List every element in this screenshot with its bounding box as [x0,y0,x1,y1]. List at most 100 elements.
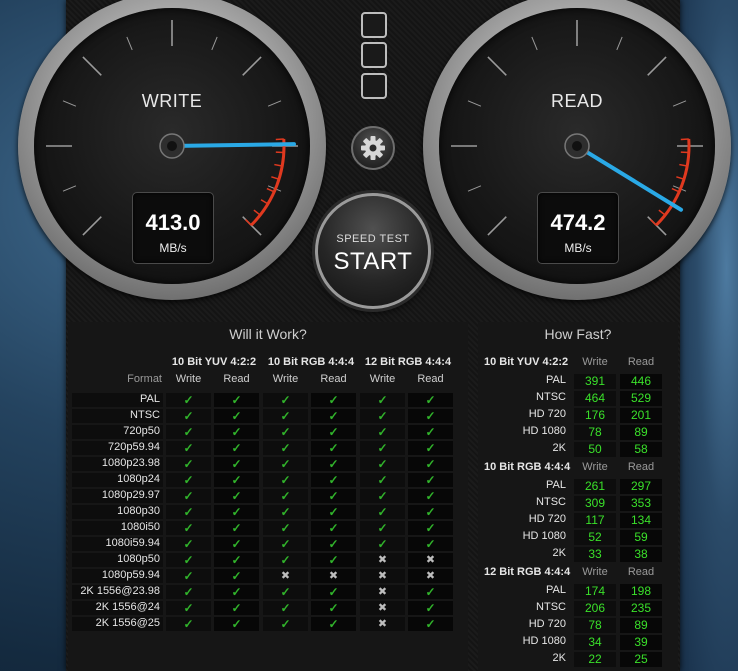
format-label: 2K [552,547,566,559]
checkmark-icon: ✓ [231,601,242,615]
checkmark-icon: ✓ [280,393,291,407]
format-label: HD 1080 [522,530,566,542]
how-fast-panel: How Fast? 10 Bit YUV 4:2:2 Write Read PAL 39… [478,322,678,671]
write-tick [82,216,102,236]
group-header: 10 Bit RGB 4:4:4 [267,356,355,368]
will-it-work-panel: Will it Work? 10 Bit YUV 4:2:2 Write Read 1… [68,322,468,671]
checkmark-icon: ✓ [328,537,339,551]
speed-test-start-button[interactable]: SPEED TEST START [315,193,431,309]
format-label: PAL [546,374,566,386]
table-row: 1080p29.97 ✓ ✓ ✓ ✓ ✓ ✓ [68,488,456,504]
format-label: HD 1080 [522,425,566,437]
format-label: 1080i59.94 [105,537,160,549]
write-needle-hub-center [167,141,177,151]
write-speed-value: 413.0 [145,210,201,235]
checkmark-icon: ✓ [377,441,388,455]
format-label: NTSC [536,496,566,508]
write-redzone-tick [275,138,284,141]
checkmark-icon: ✓ [280,521,291,535]
table-row: 2K 1556@23.98 ✓ ✓ ✓ ✓ ✖ ✓ [68,584,456,600]
read-column-header: Read [627,356,655,368]
read-speed-number: 58 [634,442,648,456]
table-row: 1080p30 ✓ ✓ ✓ ✓ ✓ ✓ [68,504,456,520]
write-speed-number: 78 [588,425,602,439]
format-label: 2K 1556@25 [95,617,160,629]
read-gauge-label: READ [550,91,603,111]
column-header: Read [223,373,250,385]
checkmark-icon: ✓ [377,489,388,503]
read-speed-number: 353 [630,496,652,510]
table-row: 720p50 ✓ ✓ ✓ ✓ ✓ ✓ [68,424,456,440]
checkmark-icon: ✓ [280,489,291,503]
checkmark-icon: ✓ [377,537,388,551]
cross-icon: ✖ [377,586,388,598]
checkmark-icon: ✓ [425,617,436,631]
table-row: 1080p23.98 ✓ ✓ ✓ ✓ ✓ ✓ [68,456,456,472]
checkmark-icon: ✓ [231,537,242,551]
checkmark-icon: ✓ [183,409,194,423]
checkmark-icon: ✓ [280,457,291,471]
layout-button-1[interactable] [361,12,387,38]
checkmark-icon: ✓ [377,457,388,471]
read-speed-number: 446 [630,374,652,388]
write-speed-number: 464 [584,391,606,405]
checkmark-icon: ✓ [280,425,291,439]
checkmark-icon: ✓ [183,553,194,567]
read-needle-hub-center [572,141,582,151]
column-header: Write [369,373,396,385]
cross-icon: ✖ [377,570,388,582]
checkmark-icon: ✓ [280,441,291,455]
checkmark-icon: ✓ [183,473,194,487]
table-row: 1080p59.94 ✓ ✓ ✖ ✖ ✖ ✖ [68,568,456,584]
write-speed-number: 78 [588,618,602,632]
write-speed-unit: MB/s [159,241,187,255]
read-speed-number: 529 [630,391,652,405]
checkmark-icon: ✓ [231,425,242,439]
section-header: 10 Bit YUV 4:2:2 [484,356,569,368]
table-row: 2K 1556@25 ✓ ✓ ✓ ✓ ✖ ✓ [68,616,456,632]
checkmark-icon: ✓ [231,505,242,519]
layout-button-3[interactable] [361,73,387,99]
table-row: 1080i50 ✓ ✓ ✓ ✓ ✓ ✓ [68,520,456,536]
format-label: HD 720 [528,513,566,525]
write-tick [82,56,102,76]
checkmark-icon: ✓ [231,409,242,423]
format-label: NTSC [130,409,160,421]
read-speed-number: 38 [634,547,648,561]
table-row: NTSC ✓ ✓ ✓ ✓ ✓ ✓ [68,408,456,424]
write-speed-number: 176 [584,408,606,422]
column-header: Read [320,373,347,385]
format-label: 1080p24 [117,473,160,485]
format-column-header: Format [127,373,162,385]
checkmark-icon: ✓ [425,489,436,503]
table-row: NTSC 206 235 [478,600,668,617]
format-label: 1080p30 [117,505,160,517]
app-window: WRITE 413.0 MB/s READ 474.2 MB/s SPEED T… [18,0,731,671]
table-row: 2K 33 38 [478,546,668,563]
format-label: NTSC [536,391,566,403]
format-label: 2K 1556@23.98 [80,585,160,597]
how-fast-title: How Fast? [544,326,612,342]
read-tick [467,185,482,192]
checkmark-icon: ✓ [280,409,291,423]
settings-button[interactable] [351,126,395,170]
format-label: HD 1080 [522,635,566,647]
format-label: 1080i50 [120,521,160,533]
read-tick [487,216,507,236]
checkmark-icon: ✓ [183,425,194,439]
write-speed-number: 309 [584,496,606,510]
cross-icon: ✖ [425,570,436,582]
checkmark-icon: ✓ [231,489,242,503]
write-speed-number: 50 [588,442,602,456]
read-speed-number: 59 [634,530,648,544]
checkmark-icon: ✓ [328,601,339,615]
checkmark-icon: ✓ [183,457,194,471]
layout-button-2[interactable] [361,42,387,68]
format-label: 720p59.94 [108,441,160,453]
format-label: NTSC [536,601,566,613]
write-gauge-label: WRITE [141,91,203,111]
checkmark-icon: ✓ [377,505,388,519]
read-tick [647,56,667,76]
table-row: HD 720 117 134 [478,512,668,529]
checkmark-icon: ✓ [328,457,339,471]
